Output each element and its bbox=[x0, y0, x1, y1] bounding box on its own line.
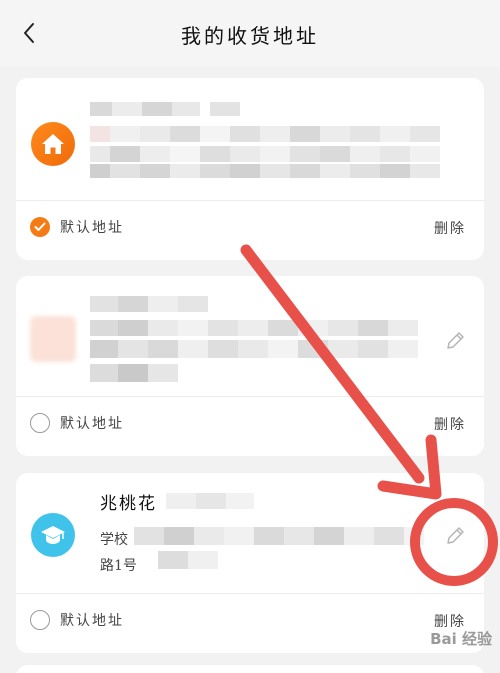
blurred-address-info bbox=[134, 523, 426, 581]
card-divider bbox=[16, 593, 484, 594]
blurred-phone bbox=[166, 491, 256, 511]
default-address-label: 默认地址 bbox=[60, 220, 124, 236]
edit-address-button[interactable] bbox=[440, 521, 470, 551]
edit-address-button[interactable] bbox=[440, 326, 470, 356]
recipient-name: 兆桃花 bbox=[100, 494, 157, 514]
pencil-icon bbox=[447, 332, 464, 349]
address-type-avatar bbox=[31, 513, 75, 557]
address-type-avatar bbox=[30, 316, 76, 362]
unchecked-circle-icon bbox=[30, 413, 50, 433]
address-line-1: 学校 bbox=[100, 532, 128, 548]
address-line-2: 路1号 bbox=[100, 558, 137, 574]
checked-circle-icon bbox=[30, 217, 50, 237]
default-address-label: 默认地址 bbox=[60, 416, 124, 432]
card-divider bbox=[16, 200, 484, 201]
pencil-icon bbox=[447, 527, 464, 544]
home-icon bbox=[42, 134, 64, 154]
address-card-school[interactable]: 兆桃花 学校 路1号 默认地址 删除 bbox=[16, 473, 484, 653]
graduation-cap-icon bbox=[41, 526, 65, 544]
default-address-toggle[interactable]: 默认地址 bbox=[30, 413, 124, 433]
blurred-address-info bbox=[90, 294, 430, 386]
address-card-home[interactable]: 默认地址 删除 bbox=[16, 78, 484, 260]
watermark: Bai 经验 bbox=[430, 630, 492, 648]
address-card-2[interactable]: 默认地址 删除 bbox=[16, 276, 484, 456]
page-title: 我的收货地址 bbox=[181, 24, 319, 48]
default-address-toggle[interactable]: 默认地址 bbox=[30, 610, 124, 630]
address-card-partial[interactable] bbox=[16, 665, 484, 673]
blurred-address-info bbox=[90, 98, 470, 184]
navigation-bar: 我的收货地址 bbox=[0, 0, 500, 66]
default-address-label: 默认地址 bbox=[60, 613, 124, 629]
delete-button[interactable]: 删除 bbox=[434, 414, 466, 434]
card-divider bbox=[16, 396, 484, 397]
default-address-toggle[interactable]: 默认地址 bbox=[30, 217, 124, 237]
delete-button[interactable]: 删除 bbox=[434, 218, 466, 238]
address-type-avatar bbox=[31, 122, 75, 166]
unchecked-circle-icon bbox=[30, 610, 50, 630]
